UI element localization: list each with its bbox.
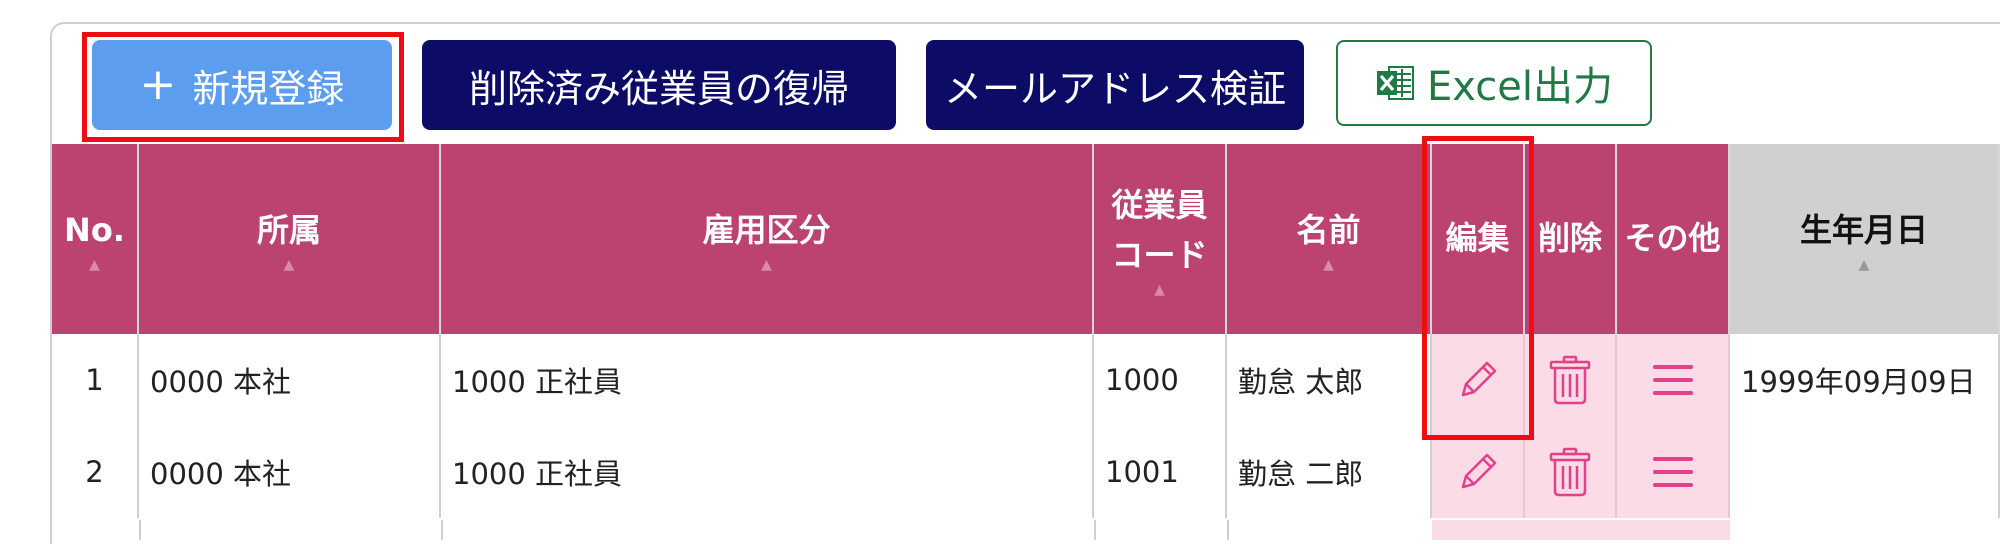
header-delete: 削除 <box>1525 144 1617 334</box>
header-edit: 編集 <box>1432 144 1525 334</box>
hamburger-menu-icon[interactable] <box>1651 452 1695 492</box>
cell-name: 勤怠 太郎 <box>1227 334 1432 426</box>
cell-other <box>1617 426 1730 518</box>
restore-deleted-employees-button[interactable]: 削除済み従業員の復帰 <box>422 40 896 130</box>
sort-arrow-icon: ▲ <box>761 256 772 273</box>
header-birthdate-label: 生年月日 <box>1799 211 1928 250</box>
pencil-icon[interactable] <box>1453 447 1503 497</box>
header-employee-code[interactable]: 従業員 コード ▲ <box>1094 144 1227 334</box>
trash-icon[interactable] <box>1548 354 1592 406</box>
table-row <box>52 520 2000 540</box>
header-name[interactable]: 名前 ▲ <box>1227 144 1432 334</box>
header-name-label: 名前 <box>1296 211 1361 250</box>
header-employee-code-label-2: コード <box>1111 236 1208 274</box>
cell-birthdate <box>1730 426 2000 518</box>
plus-icon: + <box>139 59 177 110</box>
verify-email-button[interactable]: メールアドレス検証 <box>926 40 1304 130</box>
sort-arrow-icon: ▲ <box>1323 256 1334 273</box>
cell-birthdate: 1999年09月09日 <box>1730 334 2000 426</box>
hamburger-menu-icon[interactable] <box>1651 360 1695 400</box>
sort-arrow-icon: ▲ <box>283 256 295 273</box>
header-employment-type-label: 雇用区分 <box>702 211 831 250</box>
header-no-label: No. <box>64 211 125 250</box>
header-other: その他 <box>1617 144 1730 334</box>
header-other-label: その他 <box>1624 219 1721 258</box>
header-employment-type[interactable]: 雇用区分 ▲ <box>441 144 1094 334</box>
sort-arrow-icon: ▲ <box>1858 256 1870 273</box>
cell-edit <box>1432 334 1525 426</box>
cell-edit <box>1432 426 1525 518</box>
header-affiliation-label: 所属 <box>256 211 321 250</box>
excel-icon <box>1377 66 1415 100</box>
verify-email-label: メールアドレス検証 <box>943 66 1286 111</box>
restore-deleted-employees-label: 削除済み従業員の復帰 <box>468 66 849 111</box>
excel-export-label: Excel出力 <box>1427 64 1613 110</box>
sort-arrow-icon: ▲ <box>1154 281 1165 298</box>
cell-other <box>1617 334 1730 426</box>
cell-affiliation: 0000 本社 <box>139 426 441 518</box>
sort-arrow-icon: ▲ <box>89 256 100 273</box>
cell-employee-code: 1001 <box>1094 426 1227 518</box>
header-no[interactable]: No. ▲ <box>52 144 139 334</box>
cell-employee-code: 1000 <box>1094 334 1227 426</box>
header-delete-label: 削除 <box>1537 219 1602 258</box>
header-birthdate[interactable]: 生年月日 ▲ <box>1730 144 2000 334</box>
pencil-icon[interactable] <box>1453 355 1503 405</box>
cell-delete <box>1525 426 1617 518</box>
cell-affiliation: 0000 本社 <box>139 334 441 426</box>
header-affiliation[interactable]: 所属 ▲ <box>139 144 441 334</box>
header-employee-code-label-1: 従業員 <box>1111 186 1208 225</box>
new-registration-label: 新規登録 <box>192 66 345 111</box>
cell-employment-type: 1000 正社員 <box>441 334 1094 426</box>
cell-delete <box>1525 334 1617 426</box>
cell-employment-type: 1000 正社員 <box>441 426 1094 518</box>
header-edit-label: 編集 <box>1445 219 1510 258</box>
trash-icon[interactable] <box>1548 446 1592 498</box>
new-registration-button[interactable]: + 新規登録 <box>92 40 392 130</box>
cell-no: 1 <box>52 334 139 426</box>
cell-no: 2 <box>52 426 139 518</box>
excel-export-button[interactable]: Excel出力 <box>1336 40 1652 126</box>
cell-name: 勤怠 二郎 <box>1227 426 1432 518</box>
